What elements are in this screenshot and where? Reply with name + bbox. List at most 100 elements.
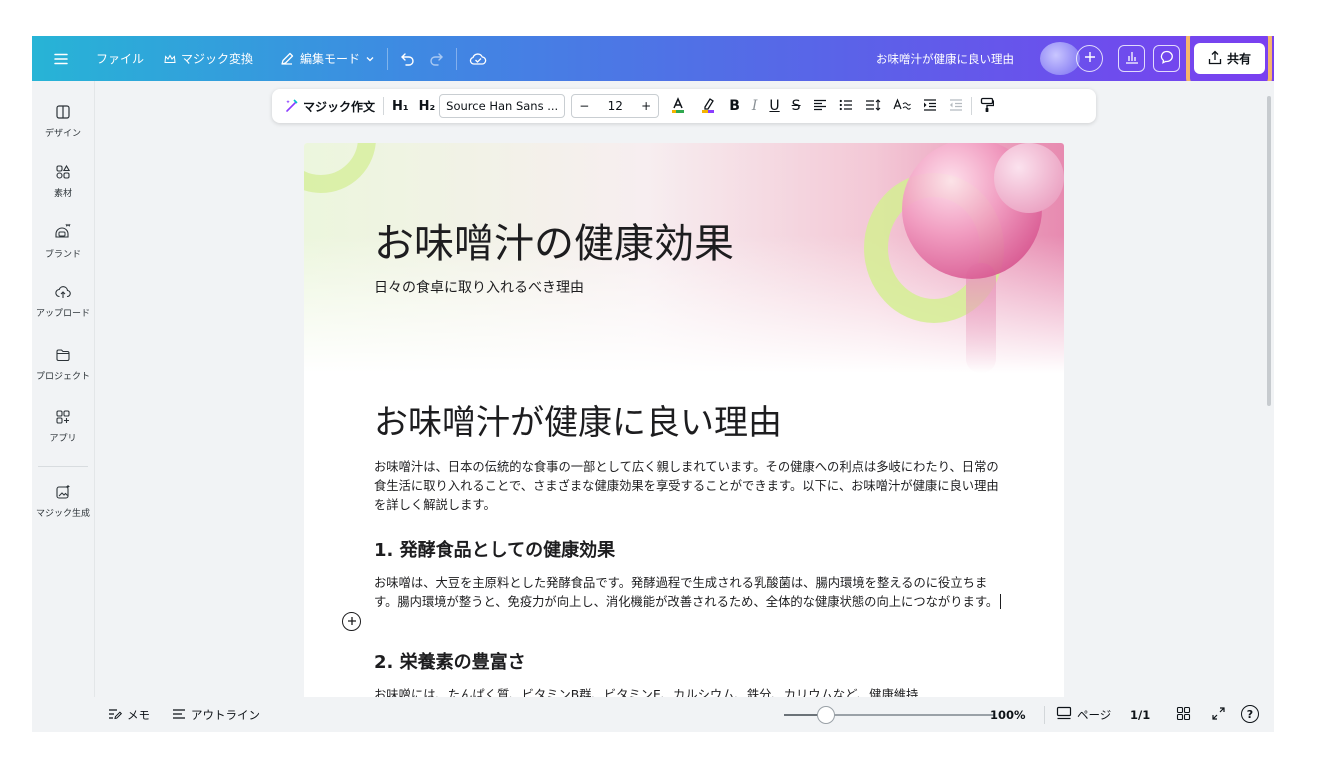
vertical-scrollbar[interactable]	[1267, 96, 1271, 406]
redo-icon	[428, 52, 444, 66]
zoom-level[interactable]: 100%	[990, 708, 1026, 722]
page-count-value: 1/1	[1130, 708, 1151, 722]
underline-label: U	[769, 98, 780, 114]
sidebar-item-brand[interactable]: ブランド	[32, 221, 94, 260]
file-menu-label: ファイル	[96, 52, 145, 66]
intro-paragraph[interactable]: お味噌汁は、日本の伝統的な食事の一部として広く親しまれています。その健康への利点…	[374, 458, 1004, 515]
menu-button[interactable]	[48, 44, 82, 74]
comments-button[interactable]	[1153, 45, 1180, 72]
sidebar-item-projects[interactable]: プロジェクト	[32, 347, 94, 382]
notes-label: メモ	[127, 708, 150, 722]
italic-button[interactable]: I	[746, 93, 764, 119]
heading1-label: H₁	[392, 98, 409, 114]
avatar[interactable]	[1040, 42, 1080, 75]
decorative-sphere	[994, 143, 1064, 213]
hero-title[interactable]: お味噌汁の健康効果	[374, 211, 734, 269]
save-status-button[interactable]	[463, 44, 493, 74]
pages-icon	[1056, 706, 1072, 723]
grid-view-button[interactable]	[1176, 706, 1191, 724]
hamburger-icon	[54, 53, 68, 65]
align-button[interactable]	[807, 93, 833, 119]
italic-label: I	[751, 98, 758, 114]
section1-title[interactable]: 1. 発酵食品としての健康効果	[374, 536, 615, 562]
zoom-slider[interactable]	[784, 706, 994, 724]
redo-button[interactable]	[422, 44, 450, 74]
edit-mode-dropdown[interactable]: 編集モード	[273, 44, 381, 74]
cloud-check-icon	[469, 51, 487, 67]
font-size-value[interactable]: 12	[608, 99, 623, 113]
outline-button[interactable]: アウトライン	[172, 707, 260, 723]
heading2-button[interactable]: H₂	[415, 93, 440, 119]
spacing-button[interactable]	[859, 93, 887, 119]
underline-button[interactable]: U	[763, 93, 785, 119]
heading1-button[interactable]: H₁	[386, 93, 415, 119]
share-label: 共有	[1226, 52, 1251, 66]
indent-button[interactable]	[917, 93, 943, 119]
font-size-increase[interactable]: +	[641, 99, 651, 113]
outdent-button[interactable]	[943, 93, 969, 119]
magic-write-button[interactable]: マジック作文	[278, 93, 381, 119]
line-spacing-icon	[865, 98, 881, 114]
text-toolbar: マジック作文 H₁ H₂ Source Han Sans ... − 12 +	[272, 89, 1096, 123]
highlight-color-button[interactable]	[693, 93, 723, 119]
font-size-stepper[interactable]: − 12 +	[571, 94, 660, 118]
toolbar-divider	[970, 97, 972, 115]
sidebar-item-label: デザイン	[44, 129, 81, 139]
section1-text: お味噌は、大豆を主原料とした発酵食品です。発酵過程で生成される乳酸菌は、腸内環境…	[374, 576, 999, 609]
bottom-bar: メモ アウトライン 100% ページ 1/1 ?	[32, 697, 1274, 732]
sidebar-item-design[interactable]: デザイン	[32, 104, 94, 139]
sidebar-divider	[38, 466, 88, 467]
zoom-slider-handle[interactable]	[817, 706, 835, 724]
upload-share-icon	[1208, 50, 1222, 68]
insights-button[interactable]	[1118, 45, 1145, 72]
undo-icon	[400, 52, 416, 66]
sidebar-item-magic-media[interactable]: マジック生成	[32, 484, 94, 519]
brand-icon	[53, 221, 73, 244]
sidebar-item-label: アプリ	[49, 434, 77, 444]
font-size-decrease[interactable]: −	[579, 99, 589, 113]
vertical-text-button[interactable]	[887, 93, 917, 119]
section2-title[interactable]: 2. 栄養素の豊富さ	[374, 648, 526, 674]
strikethrough-button[interactable]: S	[786, 93, 807, 119]
crown-icon	[164, 53, 176, 64]
magic-switch-button[interactable]: マジック変換	[158, 44, 259, 74]
outline-icon	[172, 708, 186, 723]
text-caret	[1000, 594, 1002, 609]
list-button[interactable]	[833, 93, 859, 119]
elements-icon	[55, 164, 71, 183]
pages-button[interactable]: ページ	[1056, 706, 1111, 723]
text-color-button[interactable]	[663, 93, 693, 119]
add-collaborator-button[interactable]	[1076, 45, 1103, 72]
undo-button[interactable]	[394, 44, 422, 74]
sidebar-item-elements[interactable]: 素材	[32, 164, 94, 199]
text-direction-icon	[893, 97, 911, 115]
sidebar-item-label: 素材	[53, 189, 72, 199]
help-button[interactable]: ?	[1241, 705, 1259, 723]
file-menu[interactable]: ファイル	[90, 44, 150, 74]
sidebar-item-label: アップロード	[35, 309, 90, 319]
page-count: 1/1	[1130, 708, 1150, 722]
share-button[interactable]: 共有	[1194, 43, 1265, 74]
document-title[interactable]: お味噌汁が健康に良い理由	[876, 36, 1014, 81]
grid-icon	[1176, 706, 1191, 724]
outline-label: アウトライン	[191, 708, 260, 722]
notes-button[interactable]: メモ	[108, 707, 150, 723]
pencil-icon	[279, 51, 295, 67]
hero-subtitle[interactable]: 日々の食卓に取り入れるべき理由	[374, 277, 584, 297]
indent-icon	[923, 98, 937, 114]
topbar-divider	[456, 47, 458, 70]
topbar-divider	[387, 47, 389, 70]
document-page[interactable]: お味噌汁の健康効果 日々の食卓に取り入れるべき理由 お味噌汁が健康に良い理由 お…	[304, 143, 1064, 732]
section1-paragraph[interactable]: お味噌は、大豆を主原料とした発酵食品です。発酵過程で生成される乳酸菌は、腸内環境…	[374, 574, 1004, 612]
copy-style-button[interactable]	[974, 93, 1000, 119]
font-family-select[interactable]: Source Han Sans ...	[439, 94, 566, 118]
add-element-button[interactable]	[342, 612, 361, 631]
top-bar: ファイル マジック変換 編集モード お味噌汁が健康に良い理由 共有	[32, 36, 1274, 88]
sidebar-item-uploads[interactable]: アップロード	[32, 284, 94, 319]
plus-icon	[347, 615, 357, 629]
bold-button[interactable]: B	[723, 93, 746, 119]
folder-icon	[55, 347, 71, 366]
fullscreen-button[interactable]	[1211, 706, 1226, 724]
sidebar-item-apps[interactable]: アプリ	[32, 409, 94, 444]
page-heading[interactable]: お味噌汁が健康に良い理由	[374, 395, 782, 444]
